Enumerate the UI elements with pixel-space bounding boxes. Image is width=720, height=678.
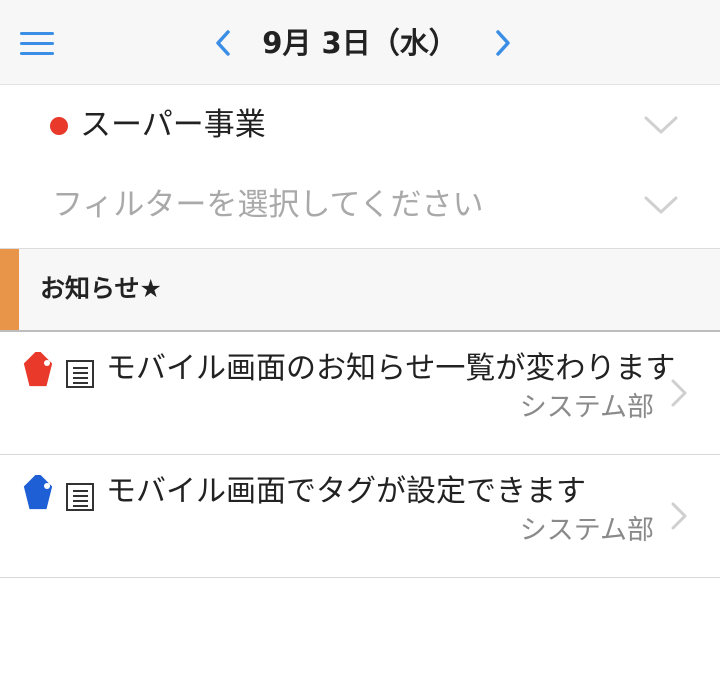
chevron-right-icon[interactable] (490, 28, 516, 58)
hamburger-menu-icon[interactable] (20, 30, 56, 56)
news-title: モバイル画面でタグが設定できます (106, 474, 586, 509)
current-date: 9月 3日（水） (262, 26, 458, 60)
news-department: システム部 (519, 515, 654, 546)
chevron-right-icon (671, 502, 687, 530)
section-accent-bar (0, 249, 19, 330)
section-header: お知らせ★ (0, 248, 720, 332)
chevron-down-icon (644, 116, 678, 134)
app-header: 9月 3日（水） (0, 0, 720, 85)
section-title: お知らせ★ (40, 274, 162, 303)
category-color-dot (50, 117, 68, 135)
news-title: モバイル画面のお知らせ一覧が変わります (106, 351, 676, 386)
category-select[interactable]: スーパー事業 (0, 85, 720, 165)
filter-placeholder: フィルターを選択してください (52, 187, 484, 223)
news-list-item[interactable]: モバイル画面でタグが設定できます システム部 (0, 455, 720, 578)
category-label: スーパー事業 (80, 107, 266, 143)
news-list-item[interactable]: モバイル画面のお知らせ一覧が変わります システム部 (0, 332, 720, 455)
chevron-down-icon (644, 196, 678, 214)
chevron-right-icon (671, 379, 687, 407)
filter-select[interactable]: フィルターを選択してください (0, 165, 720, 245)
news-department: システム部 (519, 392, 654, 423)
chevron-left-icon[interactable] (210, 28, 236, 58)
